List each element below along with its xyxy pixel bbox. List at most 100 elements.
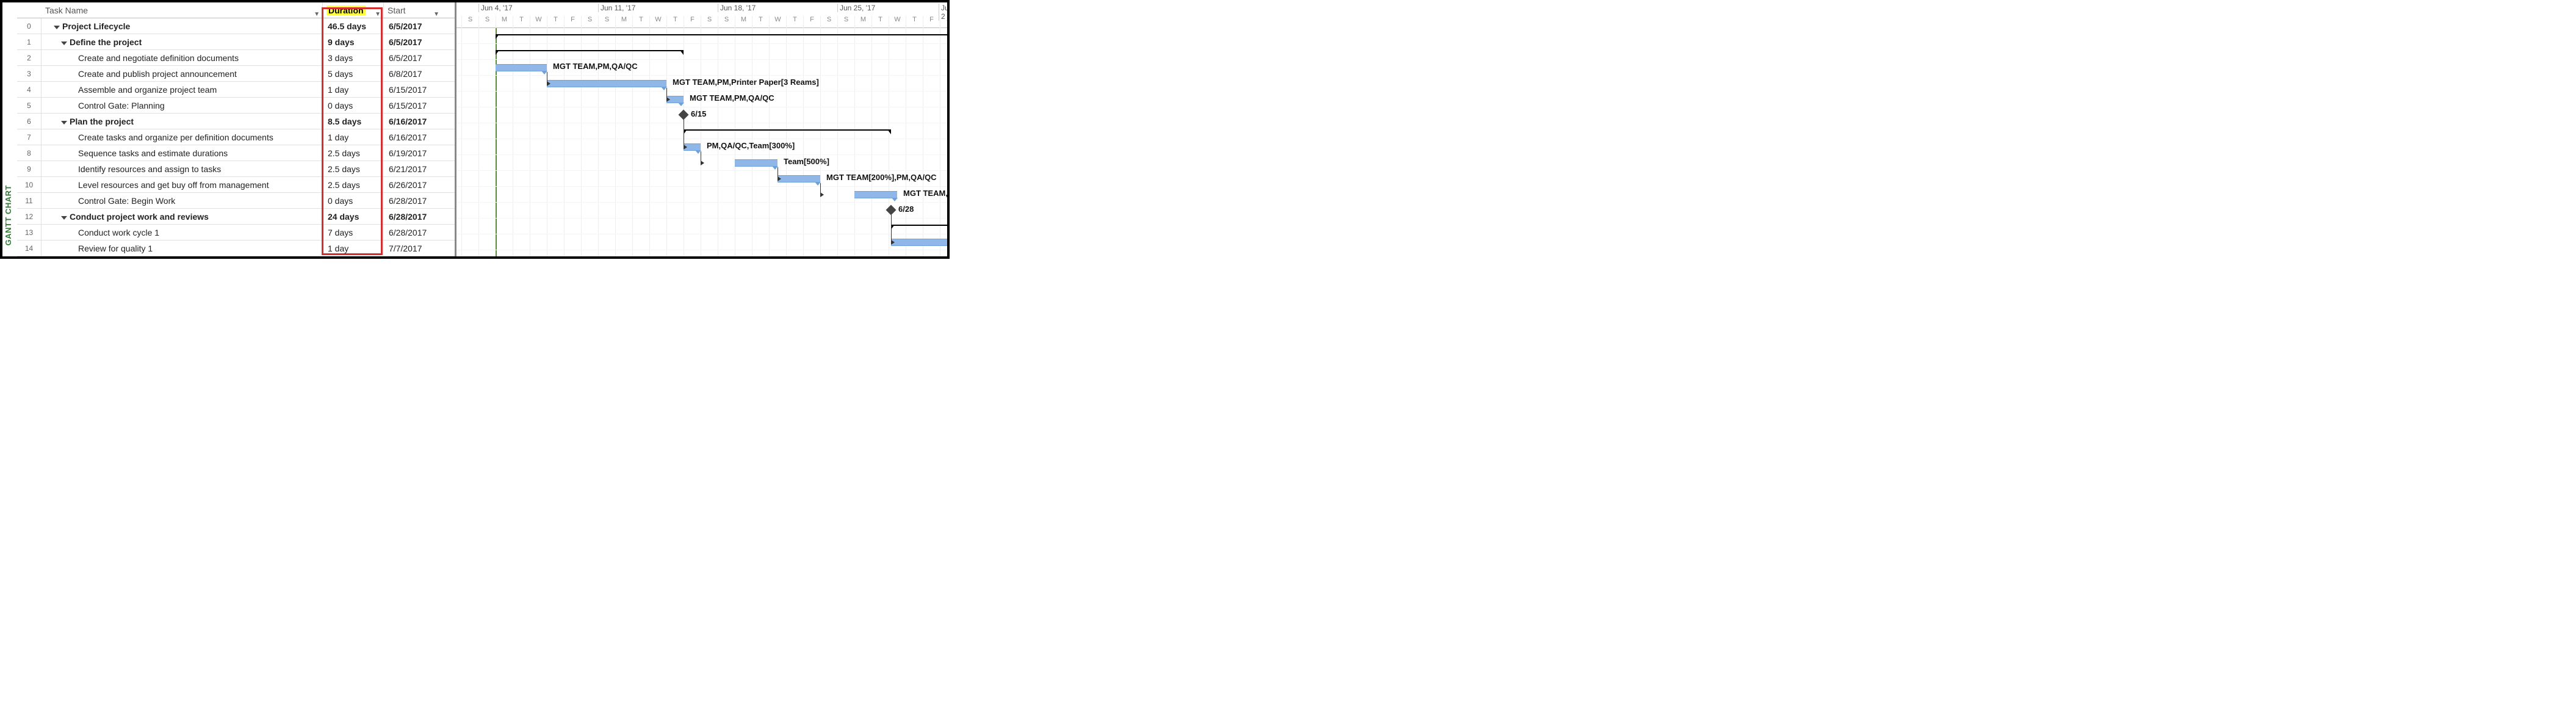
start-cell[interactable]: 6/28/2017: [383, 209, 442, 224]
duration-cell[interactable]: 2.5 days: [322, 177, 383, 192]
gantt-row: MGT TEAM,PM,QA/QC: [456, 60, 947, 76]
table-row[interactable]: Create and publish project announcement5…: [41, 66, 455, 82]
start-cell[interactable]: 6/21/2017: [383, 161, 442, 176]
task-name: Plan the project: [70, 117, 134, 126]
table-row[interactable]: Project Lifecycle46.5 days6/5/2017: [41, 18, 455, 34]
start-cell[interactable]: 6/26/2017: [383, 177, 442, 192]
gantt-timeline[interactable]: Jun 4, '17Jun 11, '17Jun 18, '17Jun 25, …: [456, 2, 947, 256]
start-cell[interactable]: 6/15/2017: [383, 82, 442, 97]
task-bar-label: Team[500%]: [784, 157, 829, 166]
col-header-start-label: Start: [388, 5, 406, 15]
duration-cell[interactable]: 2.5 days: [322, 161, 383, 176]
duration-cell[interactable]: 1 day: [322, 129, 383, 145]
table-row[interactable]: Identify resources and assign to tasks2.…: [41, 161, 455, 177]
rownum-header: [17, 2, 41, 18]
chevron-down-icon[interactable]: ▼: [314, 11, 320, 18]
start-cell[interactable]: 6/19/2017: [383, 145, 442, 161]
milestone-diamond-icon[interactable]: [679, 110, 689, 120]
row-number[interactable]: 7: [17, 129, 41, 145]
col-header-task-label: Task Name: [45, 5, 88, 15]
row-number[interactable]: 13: [17, 225, 41, 240]
task-bar[interactable]: [854, 191, 897, 198]
task-name: Sequence tasks and estimate durations: [78, 148, 228, 158]
col-header-duration[interactable]: Duration ▼: [322, 2, 383, 18]
table-row[interactable]: Assemble and organize project team1 day6…: [41, 82, 455, 98]
col-header-start[interactable]: Start ▼: [383, 2, 442, 18]
start-cell[interactable]: 6/28/2017: [383, 225, 442, 240]
table-row[interactable]: Plan the project 8.5 days6/16/2017: [41, 114, 455, 129]
task-bar[interactable]: [777, 175, 820, 183]
row-number[interactable]: 5: [17, 98, 41, 114]
row-number[interactable]: 2: [17, 50, 41, 66]
chevron-down-icon[interactable]: ▼: [433, 11, 439, 18]
start-cell[interactable]: 6/5/2017: [383, 34, 442, 49]
task-bar[interactable]: [547, 80, 666, 87]
start-cell[interactable]: 7/7/2017: [383, 240, 442, 256]
row-number[interactable]: 6: [17, 114, 41, 129]
duration-cell[interactable]: 24 days: [322, 209, 383, 224]
gantt-row: MGT TEAM,PM,QA/QC: [456, 92, 947, 107]
collapse-icon[interactable]: [61, 216, 67, 220]
row-number[interactable]: 11: [17, 193, 41, 209]
duration-cell[interactable]: 0 days: [322, 193, 383, 208]
task-bar[interactable]: [891, 239, 947, 246]
duration-cell[interactable]: 0 days: [322, 98, 383, 113]
task-bar[interactable]: [735, 159, 777, 167]
collapse-icon[interactable]: [61, 42, 67, 45]
gantt-row: [456, 234, 947, 250]
table-row[interactable]: Sequence tasks and estimate durations 2.5…: [41, 145, 455, 161]
collapse-icon[interactable]: [61, 121, 67, 125]
duration-cell[interactable]: 1 day: [322, 240, 383, 256]
start-cell[interactable]: 6/8/2017: [383, 66, 442, 81]
table-row[interactable]: Conduct work cycle 1 7 days6/28/2017: [41, 225, 455, 240]
task-bar-label: MGT TEAM,PM: [903, 189, 947, 198]
table-row[interactable]: Control Gate: Begin Work0 days6/28/2017: [41, 193, 455, 209]
task-bar-label: MGT TEAM,PM,Printer Paper[3 Reams]: [673, 78, 819, 87]
row-number[interactable]: 3: [17, 66, 41, 82]
milestone-diamond-icon[interactable]: [886, 205, 897, 215]
duration-cell[interactable]: 46.5 days: [322, 18, 383, 34]
task-bar-label: MGT TEAM,PM,QA/QC: [553, 62, 638, 71]
table-row[interactable]: Level resources and get buy off from man…: [41, 177, 455, 193]
gantt-row: [456, 219, 947, 234]
table-row[interactable]: Create and negotiate definition document…: [41, 50, 455, 66]
collapse-icon[interactable]: [54, 26, 60, 29]
summary-bar[interactable]: [891, 225, 947, 226]
table-row[interactable]: Conduct project work and reviews24 days6…: [41, 209, 455, 225]
row-number[interactable]: 9: [17, 161, 41, 177]
duration-cell[interactable]: 9 days: [322, 34, 383, 49]
duration-cell[interactable]: 7 days: [322, 225, 383, 240]
row-number[interactable]: 1: [17, 34, 41, 50]
summary-bar[interactable]: [496, 50, 684, 51]
summary-bar[interactable]: [496, 34, 947, 35]
start-cell[interactable]: 6/16/2017: [383, 129, 442, 145]
row-number[interactable]: 10: [17, 177, 41, 193]
row-number[interactable]: 4: [17, 82, 41, 98]
row-number[interactable]: 0: [17, 18, 41, 34]
start-cell[interactable]: 6/28/2017: [383, 193, 442, 208]
chevron-down-icon[interactable]: ▼: [375, 11, 381, 18]
start-cell[interactable]: 6/5/2017: [383, 50, 442, 65]
table-row[interactable]: Create tasks and organize per definition…: [41, 129, 455, 145]
task-grid[interactable]: 01234567891011121314 Task Name ▼ Duratio…: [17, 2, 456, 256]
row-number[interactable]: 8: [17, 145, 41, 161]
table-row[interactable]: Define the project9 days6/5/2017: [41, 34, 455, 50]
start-cell[interactable]: 6/5/2017: [383, 18, 442, 34]
table-row[interactable]: Control Gate: Planning0 days6/15/2017: [41, 98, 455, 114]
view-name-vertical: GANTT CHART: [4, 185, 13, 245]
start-cell[interactable]: 6/16/2017: [383, 114, 442, 129]
duration-cell[interactable]: 2.5 days: [322, 145, 383, 161]
column-headers: Task Name ▼ Duration ▼ Start ▼: [41, 2, 455, 18]
duration-cell[interactable]: 1 day: [322, 82, 383, 97]
row-number[interactable]: 12: [17, 209, 41, 225]
task-name: Conduct work cycle 1: [78, 228, 159, 237]
duration-cell[interactable]: 8.5 days: [322, 114, 383, 129]
row-number[interactable]: 14: [17, 240, 41, 256]
duration-cell[interactable]: 3 days: [322, 50, 383, 65]
duration-cell[interactable]: 5 days: [322, 66, 383, 81]
table-row[interactable]: Review for quality 11 day7/7/2017: [41, 240, 455, 256]
task-bar[interactable]: [496, 64, 547, 71]
start-cell[interactable]: 6/15/2017: [383, 98, 442, 113]
col-header-task[interactable]: Task Name ▼: [41, 2, 322, 18]
summary-bar[interactable]: [684, 129, 891, 131]
